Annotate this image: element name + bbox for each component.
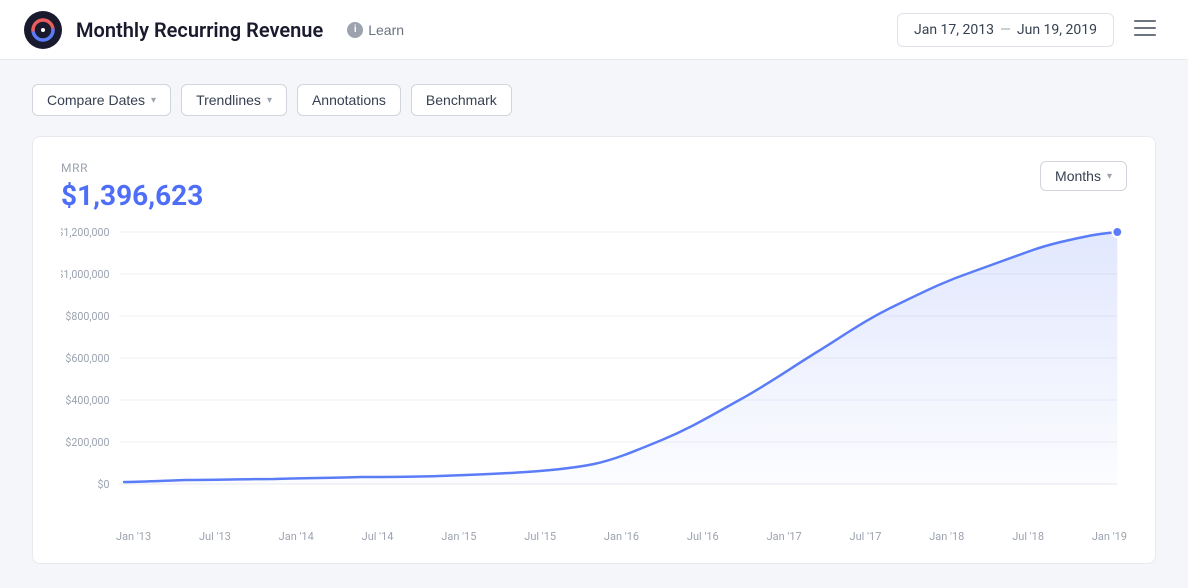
- menu-button[interactable]: [1126, 12, 1164, 47]
- metric-value: $1,396,623: [61, 179, 203, 212]
- x-label: Jul '13: [199, 530, 231, 543]
- metric-info: MRR $1,396,623: [61, 161, 203, 212]
- chart-svg: $1,200,000 $1,000,000 $800,000 $600,000 …: [61, 222, 1127, 522]
- app-logo: [24, 11, 62, 49]
- svg-text:$1,000,000: $1,000,000: [61, 268, 109, 281]
- granularity-button[interactable]: Months ▾: [1040, 161, 1127, 191]
- x-label: Jan '14: [279, 530, 314, 543]
- date-separator: —: [1000, 22, 1011, 38]
- benchmark-button[interactable]: Benchmark: [411, 84, 512, 116]
- info-icon: i: [347, 22, 363, 38]
- chevron-down-icon: ▾: [1107, 171, 1112, 182]
- date-range[interactable]: Jan 17, 2013 — Jun 19, 2019: [897, 13, 1114, 47]
- page-title: Monthly Recurring Revenue: [76, 18, 323, 42]
- annotations-button[interactable]: Annotations: [297, 84, 401, 116]
- x-label: Jan '17: [767, 530, 802, 543]
- x-label: Jan '19: [1092, 530, 1127, 543]
- chevron-down-icon: ▾: [267, 95, 272, 106]
- x-label: Jul '18: [1012, 530, 1044, 543]
- x-label: Jul '14: [362, 530, 394, 543]
- svg-text:$200,000: $200,000: [65, 436, 109, 449]
- x-label: Jul '16: [687, 530, 719, 543]
- hamburger-icon: [1134, 20, 1156, 36]
- x-label: Jul '17: [850, 530, 882, 543]
- chevron-down-icon: ▾: [151, 95, 156, 106]
- svg-text:$1,200,000: $1,200,000: [61, 226, 109, 239]
- x-label: Jan '15: [441, 530, 476, 543]
- x-label: Jul '15: [524, 530, 556, 543]
- learn-button[interactable]: i Learn: [337, 18, 414, 42]
- date-end: Jun 19, 2019: [1017, 22, 1097, 38]
- x-axis-labels: Jan '13 Jul '13 Jan '14 Jul '14 Jan '15 …: [61, 522, 1127, 543]
- svg-text:$400,000: $400,000: [65, 394, 109, 407]
- toolbar: Compare Dates ▾ Trendlines ▾ Annotations…: [32, 84, 1156, 116]
- main-content: Compare Dates ▾ Trendlines ▾ Annotations…: [0, 60, 1188, 588]
- header: Monthly Recurring Revenue i Learn Jan 17…: [0, 0, 1188, 60]
- trendlines-button[interactable]: Trendlines ▾: [181, 84, 287, 116]
- svg-text:$600,000: $600,000: [65, 352, 109, 365]
- chart-area: $1,200,000 $1,000,000 $800,000 $600,000 …: [61, 222, 1127, 522]
- svg-text:$0: $0: [97, 478, 109, 491]
- x-label: Jan '16: [604, 530, 639, 543]
- date-start: Jan 17, 2013: [914, 22, 994, 38]
- x-label: Jan '13: [116, 530, 151, 543]
- svg-text:$800,000: $800,000: [65, 310, 109, 323]
- chart-card: MRR $1,396,623 Months ▾: [32, 136, 1156, 564]
- compare-dates-button[interactable]: Compare Dates ▾: [32, 84, 171, 116]
- metric-label: MRR: [61, 161, 203, 175]
- chart-header: MRR $1,396,623 Months ▾: [61, 161, 1127, 212]
- x-label: Jan '18: [929, 530, 964, 543]
